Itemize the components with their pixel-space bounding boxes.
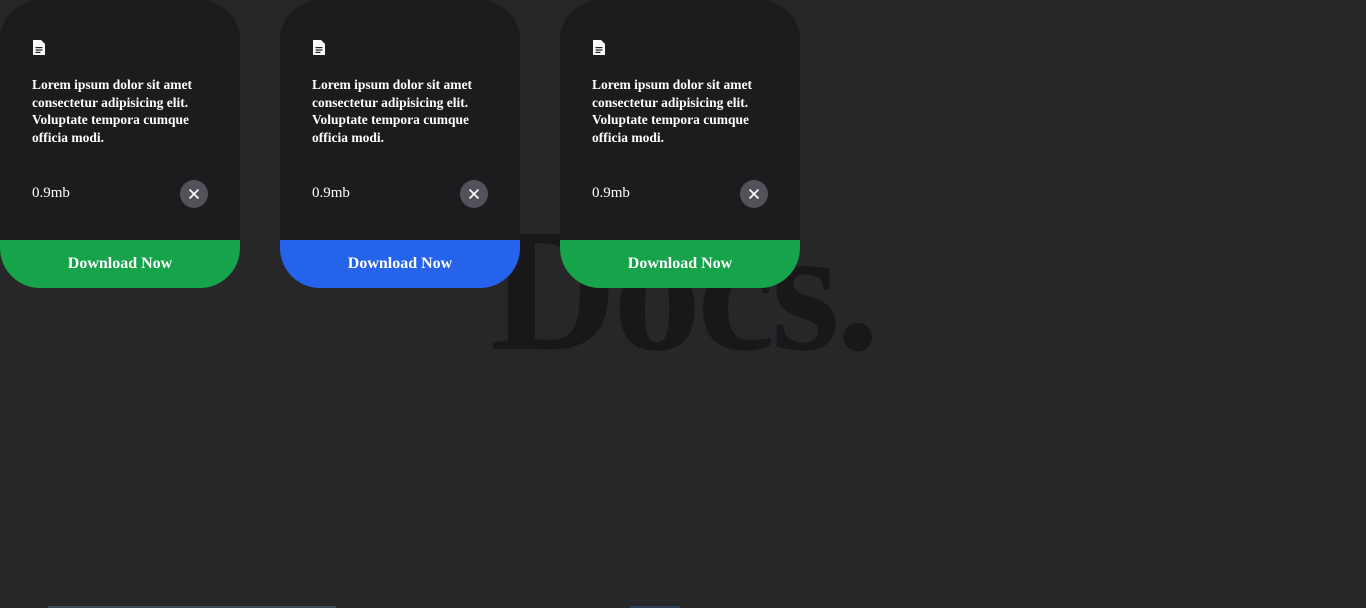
close-icon: [749, 189, 759, 199]
download-button[interactable]: Download Now: [280, 240, 520, 288]
file-description: Lorem ipsum dolor sit amet consectetur a…: [32, 77, 192, 145]
file-icon: [33, 40, 45, 55]
file-size: 0.9mb: [592, 185, 630, 201]
close-button[interactable]: [460, 180, 488, 208]
file-card: Lorem ipsum dolor sit amet consectetur a…: [560, 0, 800, 288]
close-button[interactable]: [740, 180, 768, 208]
download-button[interactable]: Download Now: [0, 240, 240, 288]
close-icon: [189, 189, 199, 199]
close-icon: [469, 189, 479, 199]
file-size: 0.9mb: [312, 185, 350, 201]
card-list: Lorem ipsum dolor sit amet consectetur a…: [0, 0, 800, 288]
page: Docs. Lorem ipsum dolor sit amet consect…: [0, 0, 1366, 608]
close-button[interactable]: [180, 180, 208, 208]
file-icon: [593, 40, 605, 55]
file-icon: [313, 40, 325, 55]
file-card: Lorem ipsum dolor sit amet consectetur a…: [0, 0, 240, 288]
file-card: Lorem ipsum dolor sit amet consectetur a…: [280, 0, 520, 288]
download-button[interactable]: Download Now: [560, 240, 800, 288]
file-description: Lorem ipsum dolor sit amet consectetur a…: [312, 77, 472, 145]
file-size: 0.9mb: [32, 185, 70, 201]
file-description: Lorem ipsum dolor sit amet consectetur a…: [592, 77, 752, 145]
